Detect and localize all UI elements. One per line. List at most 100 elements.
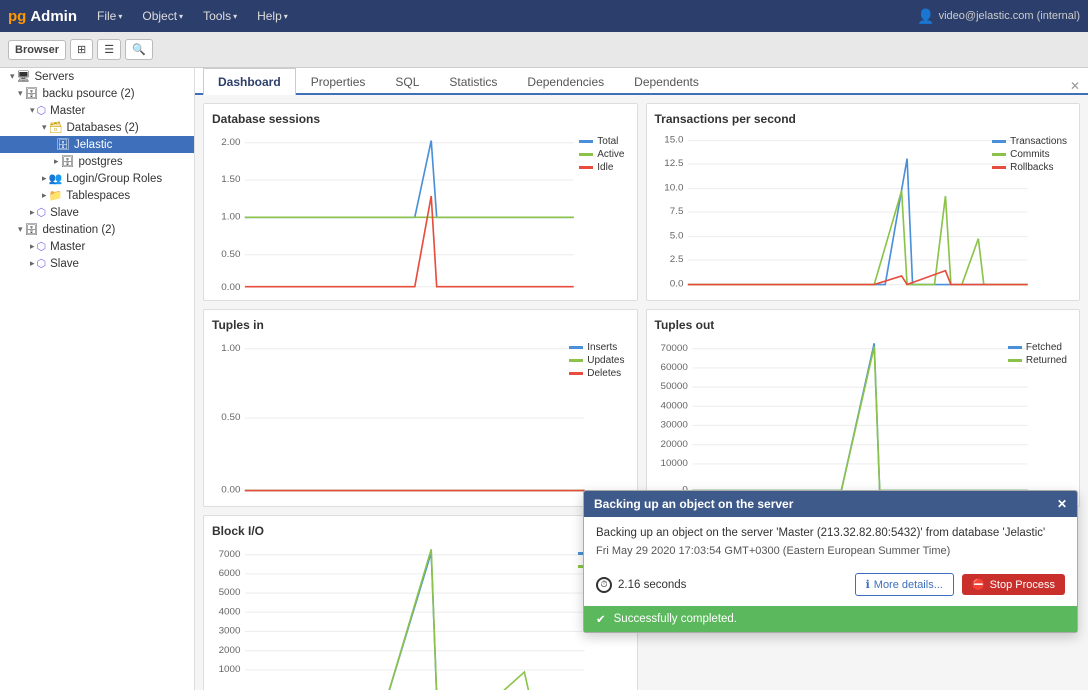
notification-title: Backing up an object on the server [594,497,793,511]
tuples-out-chart: Tuples out 70000 60000 50000 40000 30000… [646,309,1081,507]
expand-icon: ▾ [18,224,23,235]
db-sessions-area: 2.00 1.50 1.00 0.50 0.00 [212,132,629,292]
transactions-chart: Transactions per second 15.0 12.5 10.0 7… [646,103,1081,301]
sidebar-item-login-roles[interactable]: ▸ 👥 Login/Group Roles [0,170,194,187]
columns-icon-button[interactable]: ☰ [97,39,121,60]
timer-icon: ⏱ [596,577,612,593]
sidebar-item-master1[interactable]: ▾ ⬡ Master [0,102,194,119]
expand-icon: ▾ [10,71,15,82]
menu-file[interactable]: File ▾ [89,5,130,27]
legend-label-rollbacks: Rollbacks [1010,162,1053,173]
schema-icon: ⬡ [37,104,47,117]
stop-process-label: Stop Process [990,579,1055,591]
success-icon: ✔ [596,612,606,626]
svg-text:1000: 1000 [219,664,242,675]
menu-tools[interactable]: Tools ▾ [195,5,245,27]
tab-bar: Dashboard Properties SQL Statistics Depe… [195,68,1088,95]
notification-header: Backing up an object on the server ✕ [584,491,1077,517]
legend-updates: Updates [569,355,624,366]
svg-text:5.0: 5.0 [669,231,683,242]
legend-commits: Commits [992,149,1067,160]
tab-dependents[interactable]: Dependents [619,68,714,95]
db-icon2: 🗄 [61,155,75,168]
transactions-area: 15.0 12.5 10.0 7.5 5.0 2.5 0.0 [655,132,1072,292]
success-message: Successfully completed. [614,613,737,625]
notification-close-icon[interactable]: ✕ [1057,497,1067,511]
sidebar-item-servers[interactable]: ▾ 🖥 Servers [0,68,194,85]
menu-help[interactable]: Help ▾ [249,5,296,27]
legend-inserts: Inserts [569,342,624,353]
legend-returned: Returned [1008,355,1067,366]
svg-text:0.00: 0.00 [221,282,241,292]
tab-properties[interactable]: Properties [296,68,381,95]
legend-label-transactions: Transactions [1010,136,1067,147]
sidebar-item-postgres[interactable]: ▸ 🗄 postgres [0,153,194,170]
svg-text:0.0: 0.0 [669,279,683,290]
sidebar-label-destination: destination (2) [43,224,116,236]
legend-deletes: Deletes [569,368,624,379]
legend-idle: Idle [579,162,624,173]
svg-text:50000: 50000 [660,381,688,392]
user-info: 👤 video@jelastic.com (internal) [917,8,1080,25]
legend-label-active: Active [597,149,624,160]
more-details-label: More details... [874,579,943,591]
sidebar-item-databases[interactable]: ▾ 🗃 Databases (2) [0,119,194,136]
sidebar-label-tablespaces: Tablespaces [66,190,130,202]
browser-button[interactable]: Browser [8,40,66,60]
notification-timer: ⏱ 2.16 seconds [596,577,686,593]
expand-icon: ▸ [42,190,47,201]
sidebar-item-backupsource[interactable]: ▾ 🗄 backu psource (2) [0,85,194,102]
expand-icon: ▸ [30,258,35,269]
sidebar-label-login-roles: Login/Group Roles [66,173,162,185]
block-io-title: Block I/O [212,524,629,538]
tuples-in-title: Tuples in [212,318,629,332]
notification-timestamp: Fri May 29 2020 17:03:54 GMT+0300 (Easte… [596,545,1065,557]
legend-color-updates [569,359,583,362]
tab-dependencies[interactable]: Dependencies [512,68,619,95]
sidebar: ▾ 🖥 Servers ▾ 🗄 backu psource (2) ▾ ⬡ Ma… [0,68,195,690]
legend-label-inserts: Inserts [587,342,617,353]
legend-color-returned [1008,359,1022,362]
sidebar-item-dest-slave[interactable]: ▸ ⬡ Slave [0,255,194,272]
sidebar-item-jelastic[interactable]: 🗄 Jelastic [0,136,194,153]
expand-icon: ▾ [42,122,47,133]
legend-label-fetched: Fetched [1026,342,1062,353]
top-menu-bar: pg Admin File ▾ Object ▾ Tools ▾ Help ▾ … [0,0,1088,32]
tab-statistics[interactable]: Statistics [434,68,512,95]
notification-body: Backing up an object on the server 'Mast… [584,517,1077,567]
databases-icon: 🗃 [49,121,63,134]
stop-icon: ⛔ [972,578,986,591]
legend-label-deletes: Deletes [587,368,621,379]
legend-color-idle [579,166,593,169]
logo-admin: Admin [30,8,77,25]
tab-sql[interactable]: SQL [380,68,434,95]
sidebar-item-dest-master[interactable]: ▸ ⬡ Master [0,238,194,255]
legend-color-inserts [569,346,583,349]
more-details-button[interactable]: ℹ More details... [855,573,954,596]
menu-object[interactable]: Object ▾ [134,5,191,27]
tuples-out-area: 70000 60000 50000 40000 30000 20000 1000… [655,338,1072,498]
svg-text:1.50: 1.50 [221,174,241,185]
sidebar-item-slave1[interactable]: ▸ ⬡ Slave [0,204,194,221]
tab-close-button[interactable]: ✕ [1070,79,1080,93]
sidebar-item-tablespaces[interactable]: ▸ 📁 Tablespaces [0,187,194,204]
svg-text:12.5: 12.5 [664,158,683,169]
svg-text:40000: 40000 [660,401,688,412]
table-icon-button[interactable]: ⊞ [70,39,93,60]
dest-master-icon: ⬡ [37,240,47,253]
block-io-area: 7000 6000 5000 4000 3000 2000 1000 0 [212,544,629,690]
search-icon-button[interactable]: 🔍 [125,39,153,60]
sidebar-item-destination[interactable]: ▾ 🗄 destination (2) [0,221,194,238]
legend-transactions: Transactions [992,136,1067,147]
db-sessions-title: Database sessions [212,112,629,126]
app-logo: pg Admin [8,8,77,25]
sidebar-label-slave1: Slave [50,207,79,219]
tab-dashboard[interactable]: Dashboard [203,68,296,95]
sidebar-label-servers: Servers [35,71,75,83]
expand-icon: ▸ [30,207,35,218]
expand-icon: ▾ [30,105,35,116]
transactions-legend: Transactions Commits Rollbacks [992,136,1067,173]
stop-process-button[interactable]: ⛔ Stop Process [962,574,1065,595]
svg-text:7.5: 7.5 [669,206,683,217]
legend-fetched: Fetched [1008,342,1067,353]
